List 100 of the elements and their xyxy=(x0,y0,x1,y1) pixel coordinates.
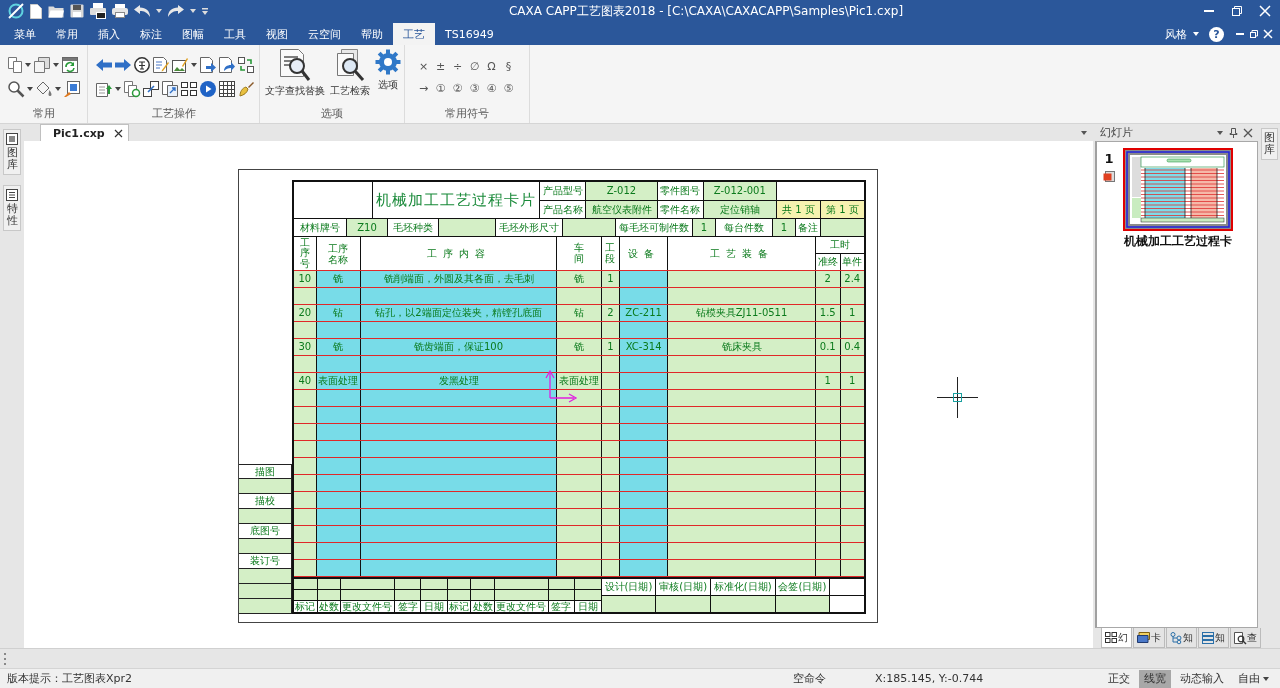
caret-icon[interactable] xyxy=(1193,32,1199,36)
undo-icon[interactable] xyxy=(134,5,150,17)
paint-bucket-icon[interactable] xyxy=(36,81,52,97)
circle-stamp-icon[interactable] xyxy=(134,57,150,73)
close-icon[interactable] xyxy=(1244,128,1252,137)
open-folder-icon[interactable] xyxy=(48,4,64,18)
save-icon[interactable] xyxy=(70,4,84,18)
grid-icon[interactable] xyxy=(181,82,197,96)
window-brush-icon[interactable] xyxy=(64,81,80,97)
dock-tab[interactable]: 图库 xyxy=(3,129,21,176)
document-tab[interactable]: Pic1.cxp xyxy=(40,124,129,141)
ribbon-tab[interactable]: 菜单 xyxy=(4,23,46,45)
edit-document-icon[interactable] xyxy=(153,57,169,73)
swap-icon[interactable] xyxy=(238,57,254,73)
pin-icon[interactable] xyxy=(1230,127,1237,138)
image-edit-icon[interactable] xyxy=(172,57,188,73)
restore-icon[interactable] xyxy=(1250,30,1258,38)
caret-icon[interactable] xyxy=(115,87,121,91)
field-label: 处数 xyxy=(471,601,494,612)
panel-tab[interactable]: 卡 xyxy=(1133,628,1165,648)
new-file-icon[interactable] xyxy=(30,3,42,19)
symbol-button[interactable]: ① xyxy=(432,78,449,98)
status-toggle[interactable]: 正交 xyxy=(1103,669,1135,688)
table-cell: 钻模夹具ZJ11-0511 xyxy=(668,305,815,321)
document-upload-icon[interactable] xyxy=(96,81,112,97)
symbol-button[interactable]: ④ xyxy=(483,78,500,98)
caret-icon[interactable] xyxy=(1217,130,1223,135)
document-link-icon[interactable] xyxy=(162,81,178,97)
field-value: 定位销轴 xyxy=(703,201,776,218)
panel-tab[interactable]: 幻 xyxy=(1101,628,1132,648)
symbol-button[interactable]: ⑤ xyxy=(500,78,517,98)
table-icon[interactable] xyxy=(219,81,235,97)
symbol-button[interactable]: ② xyxy=(449,78,466,98)
app-logo-icon[interactable] xyxy=(8,3,24,19)
document-export-icon[interactable] xyxy=(219,57,235,73)
left-arrow-icon[interactable] xyxy=(96,59,112,71)
print-icon[interactable] xyxy=(112,4,128,18)
help-button[interactable]: ? xyxy=(1209,26,1224,42)
field-label: 日期 xyxy=(575,601,601,612)
group-label: 常用符号 xyxy=(444,106,490,122)
group-label: 常用 xyxy=(31,106,56,122)
ribbon-tab[interactable]: 常用 xyxy=(46,23,88,45)
ribbon-button[interactable]: 选项 xyxy=(375,49,401,92)
ribbon-tab[interactable]: 图幅 xyxy=(172,23,214,45)
ribbon-button[interactable]: 工艺检索 xyxy=(330,49,370,98)
symbol-button[interactable]: Ω xyxy=(483,56,500,76)
refresh-window-icon[interactable] xyxy=(62,57,78,73)
ribbon-tab[interactable]: 工艺 xyxy=(393,23,435,45)
caret-icon[interactable] xyxy=(1081,130,1087,135)
slide-thumbnail[interactable] xyxy=(1123,148,1233,231)
right-arrow-icon[interactable] xyxy=(115,59,131,71)
symbol-button[interactable]: ∅ xyxy=(466,56,483,76)
caret-icon[interactable] xyxy=(53,63,59,67)
caret-icon[interactable] xyxy=(191,63,197,67)
status-toggle[interactable]: 动态输入 xyxy=(1175,669,1229,688)
dock-tab[interactable]: 图库 xyxy=(1260,128,1278,161)
customize-icon[interactable] xyxy=(202,7,208,15)
panel-tab[interactable]: 知 xyxy=(1166,628,1197,648)
close-icon[interactable] xyxy=(114,129,122,137)
table-cell xyxy=(239,584,292,599)
symbol-button[interactable]: § xyxy=(500,56,517,76)
caret-icon[interactable] xyxy=(1263,676,1269,681)
zoom-icon[interactable] xyxy=(8,81,24,97)
dock-tab[interactable]: 特性 xyxy=(3,185,21,232)
symbol-button[interactable]: → xyxy=(415,78,432,98)
print-preview-icon[interactable] xyxy=(90,3,106,19)
copy-pages-icon[interactable] xyxy=(8,57,22,73)
ribbon-tab[interactable]: 插入 xyxy=(88,23,130,45)
play-icon[interactable] xyxy=(200,81,216,97)
caret-icon[interactable] xyxy=(190,9,196,13)
symbol-button[interactable]: ± xyxy=(432,56,449,76)
panel-tab[interactable]: 知 xyxy=(1198,628,1229,648)
ribbon-tab[interactable]: TS16949 xyxy=(435,23,504,45)
symbol-button[interactable]: × xyxy=(415,56,432,76)
caret-icon[interactable] xyxy=(27,87,33,91)
status-toggle[interactable]: 线宽 xyxy=(1139,669,1171,688)
caret-icon[interactable] xyxy=(156,9,162,13)
ribbon-tab[interactable]: 帮助 xyxy=(351,23,393,45)
ribbon-tab[interactable]: 标注 xyxy=(130,23,172,45)
ribbon-tab[interactable]: 工具 xyxy=(214,23,256,45)
field-label: 产品名称 xyxy=(540,201,586,218)
copy-refresh-icon[interactable] xyxy=(124,81,140,97)
restore-icon[interactable] xyxy=(1232,6,1242,16)
style-menu[interactable]: 风格 xyxy=(1165,26,1187,42)
ribbon-tab[interactable]: 视图 xyxy=(256,23,298,45)
link-icon[interactable] xyxy=(143,81,159,97)
caret-icon[interactable] xyxy=(55,87,61,91)
symbol-button[interactable]: ③ xyxy=(466,78,483,98)
redo-icon[interactable] xyxy=(168,5,184,17)
panel-tab[interactable]: 查 xyxy=(1230,628,1261,648)
field-label: 处数 xyxy=(317,601,341,612)
caret-icon[interactable] xyxy=(25,63,31,67)
field-label: 签字 xyxy=(548,601,575,612)
symbol-button[interactable]: ÷ xyxy=(449,56,466,76)
document-arrow-icon[interactable] xyxy=(200,57,216,73)
status-toggle[interactable]: 自由 xyxy=(1233,669,1274,688)
ribbon-button[interactable]: 文字查找替换 xyxy=(265,49,325,98)
brush-icon[interactable] xyxy=(238,81,254,97)
boxes-icon[interactable] xyxy=(34,57,50,73)
ribbon-tab[interactable]: 云空间 xyxy=(298,23,351,45)
